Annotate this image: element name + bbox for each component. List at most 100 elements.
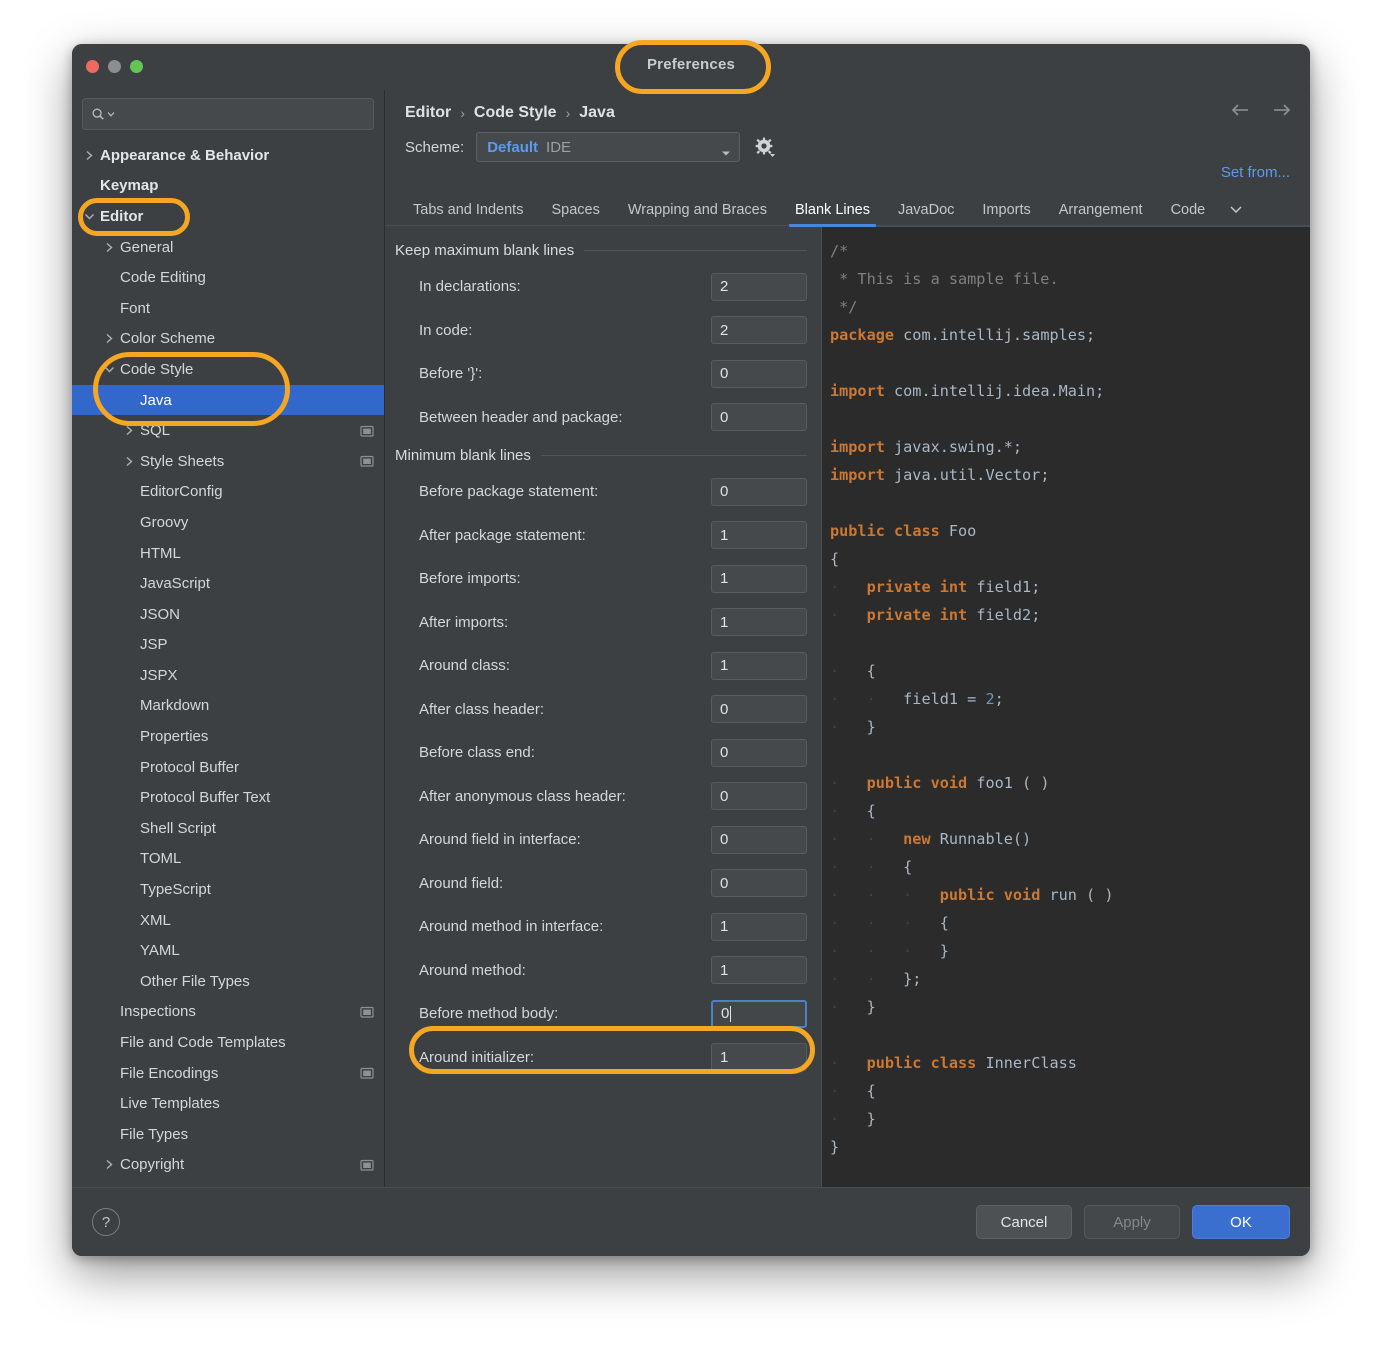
sidebar-item-code-editing[interactable]: Code Editing: [72, 262, 384, 293]
sidebar-item-editor[interactable]: Editor: [72, 201, 384, 232]
blank-lines-number-input[interactable]: 0: [711, 477, 807, 506]
sidebar-item-style-sheets[interactable]: Style Sheets: [72, 446, 384, 477]
set-from-link[interactable]: Set from...: [1221, 164, 1290, 181]
sidebar-item-typescript[interactable]: TypeScript: [72, 874, 384, 905]
sidebar-item-other-file-types[interactable]: Other File Types: [72, 966, 384, 997]
cancel-button[interactable]: Cancel: [976, 1205, 1072, 1239]
sidebar-item-javascript[interactable]: JavaScript: [72, 568, 384, 599]
code-token: int: [939, 606, 968, 624]
sidebar-item-color-scheme[interactable]: Color Scheme: [72, 324, 384, 355]
chevron-right-icon[interactable]: [102, 242, 116, 253]
chevron-down-icon[interactable]: [721, 144, 731, 162]
settings-tree[interactable]: Appearance & Behavior Keymap Editor General…: [72, 136, 384, 1187]
gear-icon[interactable]: [754, 136, 776, 158]
sidebar-item-properties[interactable]: Properties: [72, 721, 384, 752]
ok-button[interactable]: OK: [1192, 1205, 1290, 1239]
chevron-down-icon[interactable]: [102, 365, 116, 374]
breadcrumb-item-java[interactable]: Java: [579, 104, 615, 122]
sidebar-item-general[interactable]: General: [72, 232, 384, 263]
blank-lines-number-input[interactable]: 0: [711, 695, 807, 724]
chevron-right-icon[interactable]: [102, 333, 116, 344]
sidebar-item-code-style[interactable]: Code Style: [72, 354, 384, 385]
sidebar-item-yaml[interactable]: YAML: [72, 935, 384, 966]
sidebar-item-groovy[interactable]: Groovy: [72, 507, 384, 538]
tab-tabs-and-indents[interactable]: Tabs and Indents: [399, 202, 537, 226]
breadcrumb-item-code-style[interactable]: Code Style: [474, 104, 557, 122]
input-value: 1: [720, 570, 729, 588]
tab-arrangement[interactable]: Arrangement: [1045, 202, 1157, 226]
search-icon: [91, 107, 106, 122]
blank-lines-number-input[interactable]: 1: [711, 912, 807, 941]
scheme-select[interactable]: Default IDE: [476, 132, 741, 162]
chevron-down-icon[interactable]: [82, 212, 96, 221]
blank-lines-number-input[interactable]: 0: [711, 825, 807, 854]
sidebar-item-shell-script[interactable]: Shell Script: [72, 813, 384, 844]
sidebar-item-file-types[interactable]: File Types: [72, 1119, 384, 1150]
input-value: 0: [720, 744, 729, 762]
sidebar-item-protocol-buffer-text[interactable]: Protocol Buffer Text: [72, 782, 384, 813]
blank-lines-number-input[interactable]: 1: [711, 1043, 807, 1072]
search-input[interactable]: [82, 98, 374, 130]
sidebar-item-markdown[interactable]: Markdown: [72, 691, 384, 722]
blank-lines-number-input[interactable]: 1: [711, 608, 807, 637]
blank-lines-number-input[interactable]: 0: [711, 738, 807, 767]
sidebar-item-protocol-buffer[interactable]: Protocol Buffer: [72, 752, 384, 783]
blank-lines-number-input[interactable]: 0: [711, 999, 807, 1028]
breadcrumb-item-editor[interactable]: Editor: [405, 104, 451, 122]
search-dropdown-icon[interactable]: [107, 110, 115, 118]
tab-blank-lines[interactable]: Blank Lines: [781, 202, 884, 227]
arrow-left-icon[interactable]: [1230, 102, 1252, 118]
chevron-right-icon[interactable]: [82, 150, 96, 161]
blank-lines-number-input[interactable]: 0: [711, 782, 807, 811]
code-token: ·: [830, 578, 867, 596]
blank-lines-number-input[interactable]: 0: [711, 359, 807, 388]
sidebar-item-file-encodings[interactable]: File Encodings: [72, 1058, 384, 1089]
help-button[interactable]: ?: [92, 1208, 120, 1236]
tab-wrapping-and-braces[interactable]: Wrapping and Braces: [614, 202, 781, 226]
tab-code[interactable]: Code: [1157, 202, 1220, 226]
tabs-overflow-chevron-down-icon[interactable]: [1219, 202, 1251, 226]
screenshot-root: Preferences Appearance & Behavior Keymap…: [0, 0, 1380, 1354]
sidebar-item-file-and-code-templates[interactable]: File and Code Templates: [72, 1027, 384, 1058]
tab-imports[interactable]: Imports: [968, 202, 1044, 226]
blank-lines-number-input[interactable]: 1: [711, 956, 807, 985]
blank-lines-number-input[interactable]: 1: [711, 651, 807, 680]
sidebar-item-jsp[interactable]: JSP: [72, 630, 384, 661]
sidebar-item-copyright[interactable]: Copyright: [72, 1150, 384, 1181]
sidebar-item-java[interactable]: Java: [72, 384, 384, 416]
chevron-right-icon[interactable]: [102, 1159, 116, 1170]
sidebar-item-keymap[interactable]: Keymap: [72, 171, 384, 202]
sidebar-item-toml[interactable]: TOML: [72, 844, 384, 875]
sidebar-item-html[interactable]: HTML: [72, 538, 384, 569]
form-label: After anonymous class header:: [419, 787, 626, 805]
blank-lines-number-input[interactable]: 0: [711, 403, 807, 432]
sidebar-item-json[interactable]: JSON: [72, 599, 384, 630]
chevron-right-icon[interactable]: [122, 456, 136, 467]
apply-button[interactable]: Apply: [1084, 1205, 1180, 1239]
code-preview[interactable]: /* * This is a sample file. */ package co…: [821, 226, 1310, 1187]
blank-lines-number-input[interactable]: 2: [711, 316, 807, 345]
sidebar-item-jspx[interactable]: JSPX: [72, 660, 384, 691]
blank-lines-number-input[interactable]: 0: [711, 869, 807, 898]
sidebar-item-live-templates[interactable]: Live Templates: [72, 1088, 384, 1119]
sidebar-item-font[interactable]: Font: [72, 293, 384, 324]
tab-javadoc[interactable]: JavaDoc: [884, 202, 968, 226]
form-label: After class header:: [419, 700, 545, 718]
blank-lines-number-input[interactable]: 1: [711, 564, 807, 593]
sidebar-item-xml[interactable]: XML: [72, 905, 384, 936]
blank-lines-number-input[interactable]: 2: [711, 272, 807, 301]
chevron-right-icon[interactable]: [122, 425, 136, 436]
arrow-right-icon[interactable]: [1270, 102, 1292, 118]
sidebar-item-sql[interactable]: SQL: [72, 415, 384, 446]
blank-lines-number-input[interactable]: 1: [711, 521, 807, 550]
sidebar-item-editorconfig[interactable]: EditorConfig: [72, 477, 384, 508]
tab-spaces[interactable]: Spaces: [537, 202, 613, 226]
sidebar-item-appearance-behavior[interactable]: Appearance & Behavior: [72, 140, 384, 171]
sidebar-item-label: TOML: [140, 850, 182, 868]
settings-tabs[interactable]: Tabs and Indents Spaces Wrapping and Brace…: [385, 192, 1310, 227]
sidebar-item-inspections[interactable]: Inspections: [72, 997, 384, 1028]
sidebar-item-inlay-hints[interactable]: Inlay Hints: [72, 1180, 384, 1188]
code-token: /*: [830, 242, 849, 260]
